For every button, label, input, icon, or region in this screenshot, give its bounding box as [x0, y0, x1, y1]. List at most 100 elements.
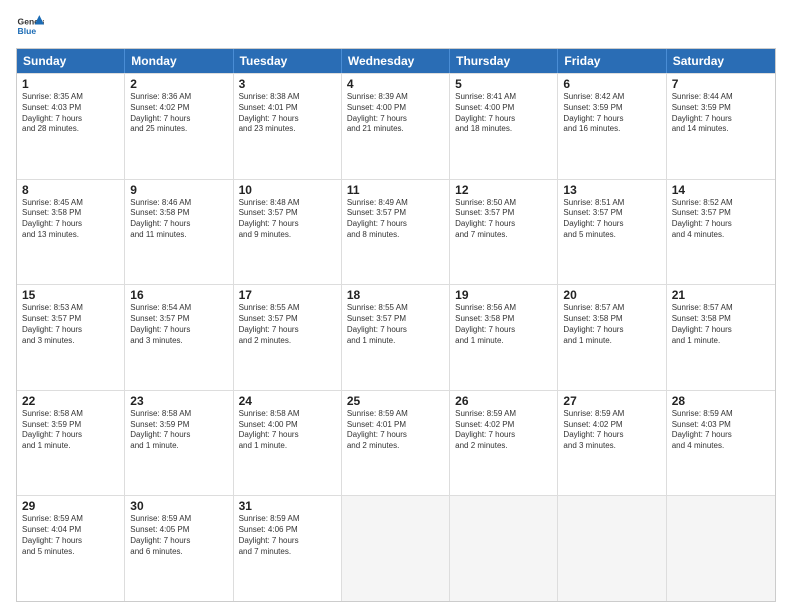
week-row-2: 8Sunrise: 8:45 AMSunset: 3:58 PMDaylight… [17, 179, 775, 285]
cell-info: Sunrise: 8:59 AMSunset: 4:01 PMDaylight:… [347, 409, 444, 452]
day-number: 6 [563, 77, 660, 91]
cell-info: Sunrise: 8:59 AMSunset: 4:03 PMDaylight:… [672, 409, 770, 452]
cell-info: Sunrise: 8:45 AMSunset: 3:58 PMDaylight:… [22, 198, 119, 241]
day-number: 11 [347, 183, 444, 197]
cell-info: Sunrise: 8:59 AMSunset: 4:02 PMDaylight:… [563, 409, 660, 452]
cell-info: Sunrise: 8:53 AMSunset: 3:57 PMDaylight:… [22, 303, 119, 346]
cell-info: Sunrise: 8:52 AMSunset: 3:57 PMDaylight:… [672, 198, 770, 241]
day-number: 9 [130, 183, 227, 197]
day-cell-3: 3Sunrise: 8:38 AMSunset: 4:01 PMDaylight… [234, 74, 342, 179]
day-cell-31: 31Sunrise: 8:59 AMSunset: 4:06 PMDayligh… [234, 496, 342, 601]
calendar-header: SundayMondayTuesdayWednesdayThursdayFrid… [17, 49, 775, 73]
day-cell-5: 5Sunrise: 8:41 AMSunset: 4:00 PMDaylight… [450, 74, 558, 179]
header-day-monday: Monday [125, 49, 233, 73]
day-number: 1 [22, 77, 119, 91]
day-cell-20: 20Sunrise: 8:57 AMSunset: 3:58 PMDayligh… [558, 285, 666, 390]
day-cell-7: 7Sunrise: 8:44 AMSunset: 3:59 PMDaylight… [667, 74, 775, 179]
day-number: 28 [672, 394, 770, 408]
day-number: 19 [455, 288, 552, 302]
empty-cell [342, 496, 450, 601]
day-number: 8 [22, 183, 119, 197]
day-number: 22 [22, 394, 119, 408]
day-cell-28: 28Sunrise: 8:59 AMSunset: 4:03 PMDayligh… [667, 391, 775, 496]
day-number: 27 [563, 394, 660, 408]
cell-info: Sunrise: 8:54 AMSunset: 3:57 PMDaylight:… [130, 303, 227, 346]
logo-icon: General Blue [16, 12, 44, 40]
cell-info: Sunrise: 8:58 AMSunset: 3:59 PMDaylight:… [130, 409, 227, 452]
day-cell-22: 22Sunrise: 8:58 AMSunset: 3:59 PMDayligh… [17, 391, 125, 496]
week-row-3: 15Sunrise: 8:53 AMSunset: 3:57 PMDayligh… [17, 284, 775, 390]
page: General Blue SundayMondayTuesdayWednesda… [0, 0, 792, 612]
svg-text:Blue: Blue [18, 26, 37, 36]
day-number: 5 [455, 77, 552, 91]
day-cell-26: 26Sunrise: 8:59 AMSunset: 4:02 PMDayligh… [450, 391, 558, 496]
cell-info: Sunrise: 8:35 AMSunset: 4:03 PMDaylight:… [22, 92, 119, 135]
day-number: 29 [22, 499, 119, 513]
header: General Blue [16, 12, 776, 40]
day-cell-9: 9Sunrise: 8:46 AMSunset: 3:58 PMDaylight… [125, 180, 233, 285]
day-number: 31 [239, 499, 336, 513]
cell-info: Sunrise: 8:49 AMSunset: 3:57 PMDaylight:… [347, 198, 444, 241]
day-cell-4: 4Sunrise: 8:39 AMSunset: 4:00 PMDaylight… [342, 74, 450, 179]
day-cell-24: 24Sunrise: 8:58 AMSunset: 4:00 PMDayligh… [234, 391, 342, 496]
calendar-body: 1Sunrise: 8:35 AMSunset: 4:03 PMDaylight… [17, 73, 775, 601]
day-number: 25 [347, 394, 444, 408]
header-day-sunday: Sunday [17, 49, 125, 73]
empty-cell [667, 496, 775, 601]
day-number: 26 [455, 394, 552, 408]
empty-cell [450, 496, 558, 601]
day-cell-29: 29Sunrise: 8:59 AMSunset: 4:04 PMDayligh… [17, 496, 125, 601]
day-cell-21: 21Sunrise: 8:57 AMSunset: 3:58 PMDayligh… [667, 285, 775, 390]
day-number: 3 [239, 77, 336, 91]
cell-info: Sunrise: 8:46 AMSunset: 3:58 PMDaylight:… [130, 198, 227, 241]
cell-info: Sunrise: 8:59 AMSunset: 4:05 PMDaylight:… [130, 514, 227, 557]
day-cell-6: 6Sunrise: 8:42 AMSunset: 3:59 PMDaylight… [558, 74, 666, 179]
day-number: 12 [455, 183, 552, 197]
day-cell-16: 16Sunrise: 8:54 AMSunset: 3:57 PMDayligh… [125, 285, 233, 390]
day-cell-18: 18Sunrise: 8:55 AMSunset: 3:57 PMDayligh… [342, 285, 450, 390]
day-number: 4 [347, 77, 444, 91]
day-cell-10: 10Sunrise: 8:48 AMSunset: 3:57 PMDayligh… [234, 180, 342, 285]
cell-info: Sunrise: 8:55 AMSunset: 3:57 PMDaylight:… [347, 303, 444, 346]
cell-info: Sunrise: 8:58 AMSunset: 4:00 PMDaylight:… [239, 409, 336, 452]
day-cell-8: 8Sunrise: 8:45 AMSunset: 3:58 PMDaylight… [17, 180, 125, 285]
day-number: 20 [563, 288, 660, 302]
cell-info: Sunrise: 8:51 AMSunset: 3:57 PMDaylight:… [563, 198, 660, 241]
cell-info: Sunrise: 8:56 AMSunset: 3:58 PMDaylight:… [455, 303, 552, 346]
day-cell-30: 30Sunrise: 8:59 AMSunset: 4:05 PMDayligh… [125, 496, 233, 601]
cell-info: Sunrise: 8:59 AMSunset: 4:06 PMDaylight:… [239, 514, 336, 557]
day-number: 14 [672, 183, 770, 197]
day-cell-2: 2Sunrise: 8:36 AMSunset: 4:02 PMDaylight… [125, 74, 233, 179]
day-cell-11: 11Sunrise: 8:49 AMSunset: 3:57 PMDayligh… [342, 180, 450, 285]
cell-info: Sunrise: 8:58 AMSunset: 3:59 PMDaylight:… [22, 409, 119, 452]
day-number: 17 [239, 288, 336, 302]
week-row-4: 22Sunrise: 8:58 AMSunset: 3:59 PMDayligh… [17, 390, 775, 496]
day-number: 10 [239, 183, 336, 197]
day-cell-14: 14Sunrise: 8:52 AMSunset: 3:57 PMDayligh… [667, 180, 775, 285]
day-cell-27: 27Sunrise: 8:59 AMSunset: 4:02 PMDayligh… [558, 391, 666, 496]
cell-info: Sunrise: 8:55 AMSunset: 3:57 PMDaylight:… [239, 303, 336, 346]
cell-info: Sunrise: 8:59 AMSunset: 4:02 PMDaylight:… [455, 409, 552, 452]
calendar: SundayMondayTuesdayWednesdayThursdayFrid… [16, 48, 776, 602]
day-cell-15: 15Sunrise: 8:53 AMSunset: 3:57 PMDayligh… [17, 285, 125, 390]
week-row-5: 29Sunrise: 8:59 AMSunset: 4:04 PMDayligh… [17, 495, 775, 601]
week-row-1: 1Sunrise: 8:35 AMSunset: 4:03 PMDaylight… [17, 73, 775, 179]
day-number: 30 [130, 499, 227, 513]
day-number: 15 [22, 288, 119, 302]
day-number: 16 [130, 288, 227, 302]
day-number: 24 [239, 394, 336, 408]
cell-info: Sunrise: 8:48 AMSunset: 3:57 PMDaylight:… [239, 198, 336, 241]
cell-info: Sunrise: 8:57 AMSunset: 3:58 PMDaylight:… [672, 303, 770, 346]
header-day-wednesday: Wednesday [342, 49, 450, 73]
day-number: 23 [130, 394, 227, 408]
header-day-friday: Friday [558, 49, 666, 73]
cell-info: Sunrise: 8:41 AMSunset: 4:00 PMDaylight:… [455, 92, 552, 135]
empty-cell [558, 496, 666, 601]
day-cell-23: 23Sunrise: 8:58 AMSunset: 3:59 PMDayligh… [125, 391, 233, 496]
cell-info: Sunrise: 8:59 AMSunset: 4:04 PMDaylight:… [22, 514, 119, 557]
day-cell-17: 17Sunrise: 8:55 AMSunset: 3:57 PMDayligh… [234, 285, 342, 390]
header-day-thursday: Thursday [450, 49, 558, 73]
header-day-tuesday: Tuesday [234, 49, 342, 73]
cell-info: Sunrise: 8:57 AMSunset: 3:58 PMDaylight:… [563, 303, 660, 346]
cell-info: Sunrise: 8:39 AMSunset: 4:00 PMDaylight:… [347, 92, 444, 135]
